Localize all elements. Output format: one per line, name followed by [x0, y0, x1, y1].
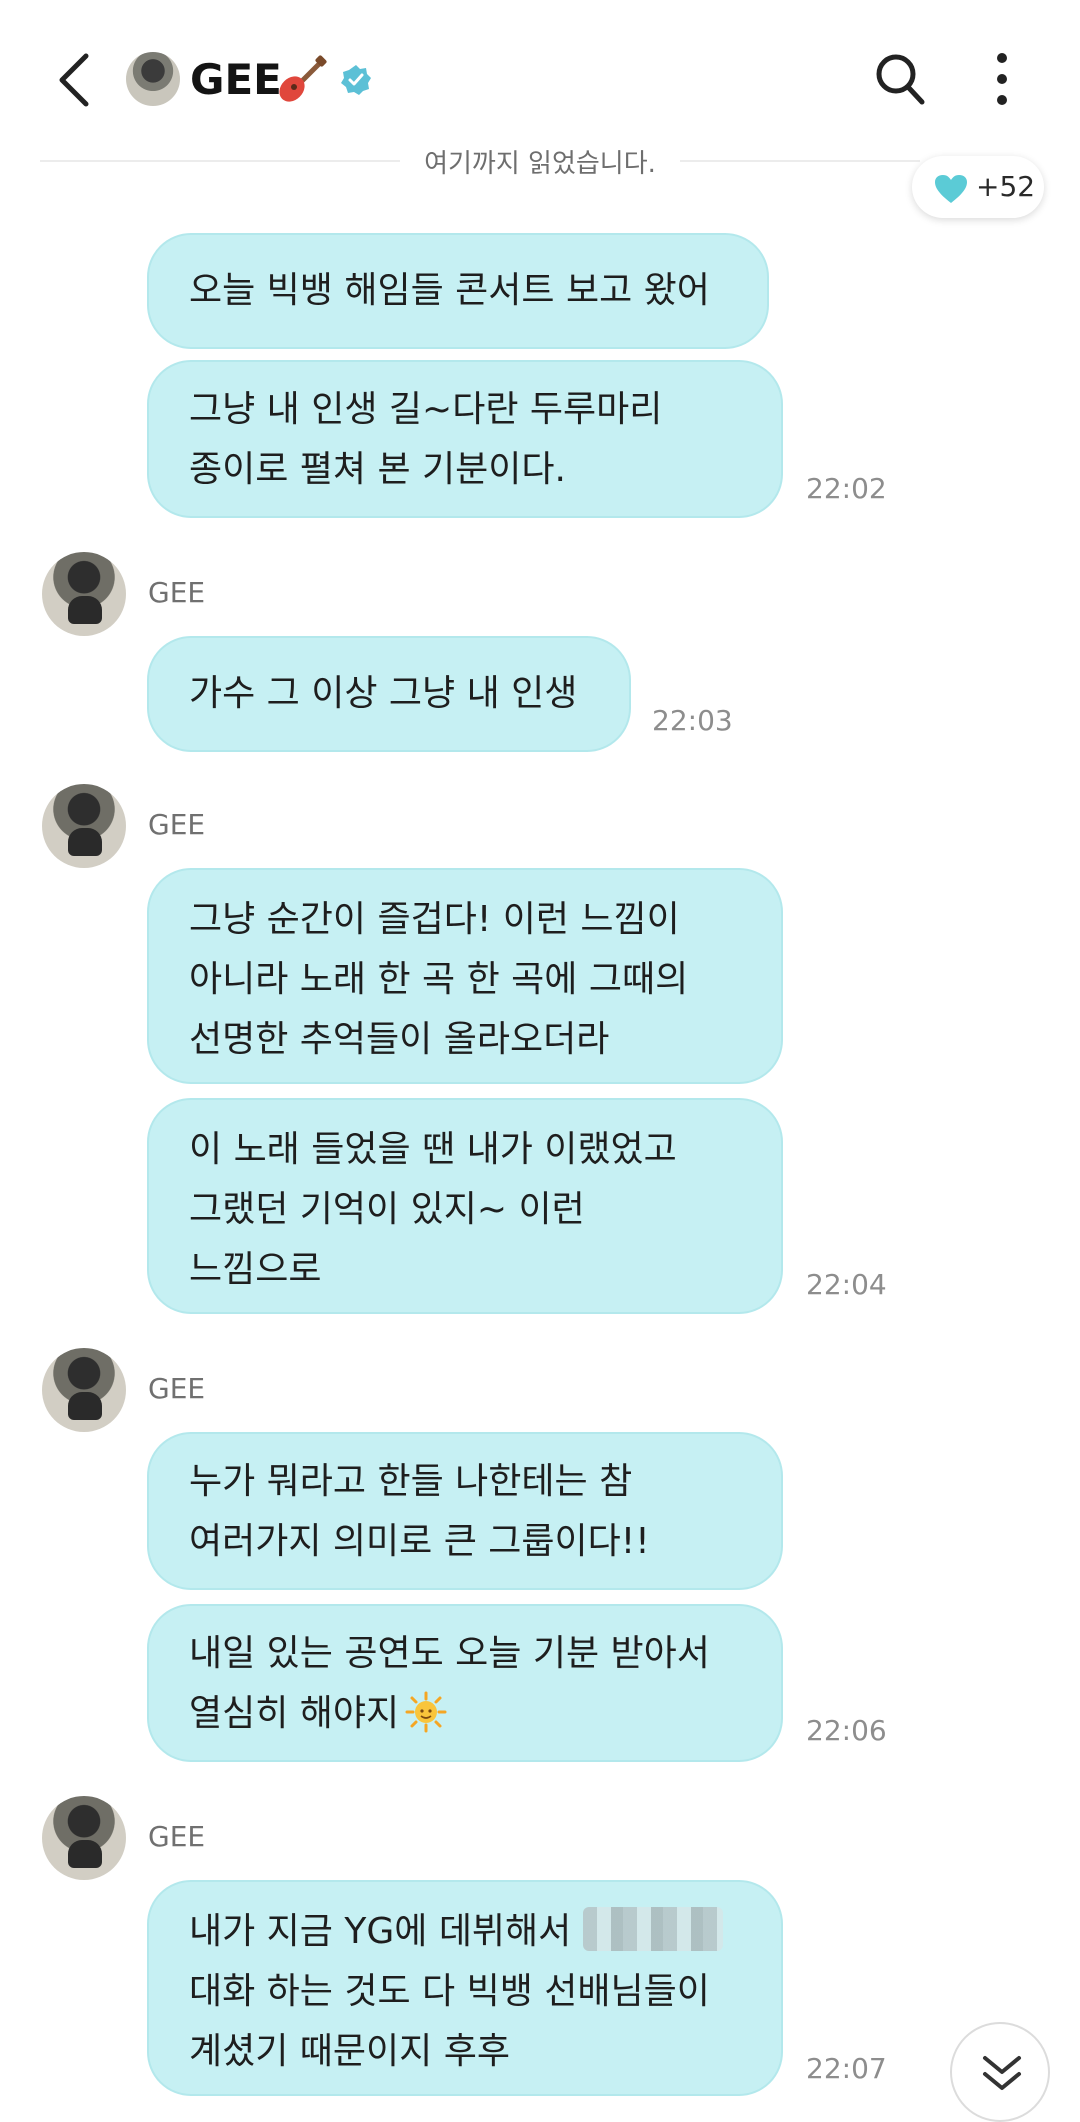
search-icon[interactable]	[874, 52, 926, 106]
guitar-icon	[279, 55, 327, 102]
chat-header: GEE	[0, 0, 1080, 160]
message-time: 22:07	[806, 2052, 887, 2085]
message-time: 22:04	[806, 1268, 887, 1301]
sender-avatar[interactable]	[42, 1348, 126, 1432]
message-text: 내일 있는 공연도 오늘 기분 받아서 열심히 해야지	[189, 1624, 781, 1744]
sender-avatar[interactable]	[42, 552, 126, 636]
message-bubble[interactable]: 그냥 순간이 즐겁다! 이런 느낌이 아니라 노래 한 곡 한 곡에 그때의 선…	[147, 868, 783, 1084]
back-arrow-icon[interactable]	[50, 50, 100, 110]
sender-name: GEE	[148, 808, 206, 841]
sender-name: GEE	[148, 1372, 206, 1405]
message-text-content: 내일 있는 공연도 오늘 기분 받아서 열심히 해야지	[189, 1633, 710, 1734]
message-text: 그냥 순간이 즐겁다! 이런 느낌이 아니라 노래 한 곡 한 곡에 그때의 선…	[189, 899, 689, 1060]
sender-name: GEE	[148, 1820, 206, 1853]
message-bubble[interactable]: 가수 그 이상 그냥 내 인생	[147, 636, 631, 752]
sun-emoji-icon	[405, 1691, 447, 1733]
header-avatar[interactable]	[126, 52, 180, 106]
sender-avatar[interactable]	[42, 784, 126, 868]
message-bubble[interactable]: 내가 지금 YG에 데뷔해서 대화 하는 것도 다 빅뱅 선배님들이 계셨기 때…	[147, 1880, 783, 2096]
blurred-text-redaction	[582, 1907, 723, 1951]
message-text: 누가 뭐라고 한들 나한테는 참 여러가지 의미로 큰 그룹이다!!	[189, 1461, 650, 1562]
chat-title: GEE	[190, 55, 282, 104]
read-marker-text: 여기까지 읽었습니다.	[400, 143, 680, 180]
likes-pill[interactable]: +52	[912, 156, 1044, 218]
message-bubble[interactable]: 그냥 내 인생 길~다란 두루마리 종이로 펼쳐 본 기분이다.	[147, 360, 783, 518]
message-bubble[interactable]: 오늘 빅뱅 해임들 콘서트 보고 왔어	[147, 233, 769, 349]
heart-icon	[935, 175, 967, 203]
message-text: 내가 지금 YG에 데뷔해서 대화 하는 것도 다 빅뱅 선배님들이 계셨기 때…	[189, 1902, 781, 2082]
sender-avatar[interactable]	[42, 1796, 126, 1880]
sender-name: GEE	[148, 576, 206, 609]
message-text: 오늘 빅뱅 해임들 콘서트 보고 왔어	[189, 270, 710, 311]
message-time: 22:02	[806, 472, 887, 505]
message-text: 이 노래 들었을 땐 내가 이랬었고 그랬던 기억이 있지~ 이런 느낌으로	[189, 1129, 677, 1290]
message-text-rest: 대화 하는 것도 다 빅뱅 선배님들이 계셨기 때문이지 후후	[189, 1971, 710, 2072]
message-text: 그냥 내 인생 길~다란 두루마리 종이로 펼쳐 본 기분이다.	[189, 389, 663, 490]
double-chevron-down-icon	[983, 2056, 1021, 2090]
message-time: 22:03	[652, 704, 733, 737]
message-bubble[interactable]: 누가 뭐라고 한들 나한테는 참 여러가지 의미로 큰 그룹이다!!	[147, 1432, 783, 1590]
more-options-icon[interactable]	[990, 50, 1014, 108]
message-bubble[interactable]: 이 노래 들었을 땐 내가 이랬었고 그랬던 기억이 있지~ 이런 느낌으로	[147, 1098, 783, 1314]
message-text-line1: 내가 지금 YG에 데뷔해서	[189, 1911, 572, 1952]
message-time: 22:06	[806, 1714, 887, 1747]
verified-badge-icon	[341, 65, 371, 95]
message-bubble[interactable]: 내일 있는 공연도 오늘 기분 받아서 열심히 해야지	[147, 1604, 783, 1762]
scroll-to-bottom-button[interactable]	[950, 2022, 1050, 2122]
message-text: 가수 그 이상 그냥 내 인생	[189, 673, 578, 714]
likes-count: +52	[976, 170, 1036, 203]
